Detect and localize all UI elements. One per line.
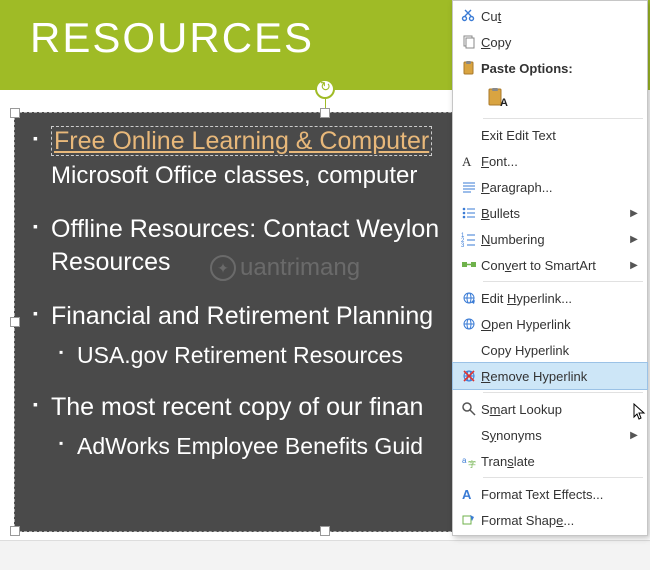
smartart-icon xyxy=(457,255,481,275)
mouse-cursor xyxy=(633,403,647,421)
remove-hyperlink-icon xyxy=(457,366,481,386)
font-icon: A xyxy=(457,151,481,171)
menu-item-exit-edit-text[interactable]: Exit Edit Text xyxy=(453,122,647,148)
status-bar xyxy=(0,540,650,570)
resize-handle[interactable] xyxy=(10,317,20,327)
menu-label: Convert to SmartArt xyxy=(481,258,629,273)
list-item-text: Resources xyxy=(51,248,171,276)
menu-item-cut[interactable]: Cut xyxy=(453,3,647,29)
resize-handle[interactable] xyxy=(10,108,20,118)
menu-item-edit-hyperlink[interactable]: Edit Hyperlink... xyxy=(453,285,647,311)
menu-item-synonyms[interactable]: Synonyms ▶ xyxy=(453,422,647,448)
menu-item-remove-hyperlink[interactable]: Remove Hyperlink xyxy=(453,363,647,389)
menu-label: Paragraph... xyxy=(481,180,639,195)
translate-icon: a字 xyxy=(457,451,481,471)
menu-item-copy[interactable]: Copy xyxy=(453,29,647,55)
svg-text:A: A xyxy=(462,487,472,502)
menu-label: Font... xyxy=(481,154,639,169)
scissors-icon xyxy=(457,6,481,26)
watermark: ✦ uantrimang xyxy=(210,254,360,282)
submenu-arrow-icon: ▶ xyxy=(629,234,639,245)
paste-options-row: A xyxy=(453,81,647,115)
menu-item-copy-hyperlink[interactable]: Copy Hyperlink xyxy=(453,337,647,363)
menu-item-convert-smartart[interactable]: Convert to SmartArt ▶ xyxy=(453,252,647,278)
list-item-text: The most recent copy of our finan xyxy=(51,393,423,421)
menu-label: Synonyms xyxy=(481,428,629,443)
submenu-arrow-icon: ▶ xyxy=(629,430,639,441)
menu-label: Paste Options: xyxy=(481,61,639,76)
menu-label: Format Shape... xyxy=(481,513,639,528)
menu-item-paragraph[interactable]: Paragraph... xyxy=(453,174,647,200)
format-shape-icon xyxy=(457,510,481,530)
menu-item-translate[interactable]: a字 Translate xyxy=(453,448,647,474)
resize-handle[interactable] xyxy=(320,108,330,118)
bulb-icon: ✦ xyxy=(210,255,236,281)
menu-label: Translate xyxy=(481,454,639,469)
svg-text:3: 3 xyxy=(461,243,465,247)
open-hyperlink-icon xyxy=(457,314,481,334)
context-menu: Cut Copy Paste Options: A Exit Edit Text… xyxy=(452,0,648,536)
submenu-arrow-icon: ▶ xyxy=(629,208,639,219)
menu-item-format-shape[interactable]: Format Shape... xyxy=(453,507,647,533)
menu-item-font[interactable]: A Font... xyxy=(453,148,647,174)
list-item-subtext: Microsoft Office classes, computer xyxy=(51,162,417,189)
menu-item-smart-lookup[interactable]: Smart Lookup xyxy=(453,396,647,422)
menu-item-format-text-effects[interactable]: A Format Text Effects... xyxy=(453,481,647,507)
svg-text:a: a xyxy=(462,456,467,465)
menu-label: Cut xyxy=(481,9,639,24)
clipboard-icon xyxy=(457,58,481,78)
rotate-handle[interactable] xyxy=(315,79,335,99)
list-item-text: Financial and Retirement Planning xyxy=(51,302,433,330)
hyperlink-text[interactable]: Free Online Learning & Computer xyxy=(51,126,432,156)
menu-item-bullets[interactable]: Bullets ▶ xyxy=(453,200,647,226)
menu-label: Remove Hyperlink xyxy=(481,369,639,384)
menu-label: Copy xyxy=(481,35,639,50)
menu-separator xyxy=(483,477,643,478)
menu-label: Numbering xyxy=(481,232,629,247)
menu-label: Copy Hyperlink xyxy=(481,343,639,358)
menu-item-numbering[interactable]: 123 Numbering ▶ xyxy=(453,226,647,252)
paste-keep-text-only[interactable]: A xyxy=(483,84,511,112)
menu-item-open-hyperlink[interactable]: Open Hyperlink xyxy=(453,311,647,337)
menu-separator xyxy=(483,392,643,393)
resize-handle[interactable] xyxy=(320,526,330,536)
menu-label: Smart Lookup xyxy=(481,402,639,417)
copy-icon xyxy=(457,32,481,52)
menu-label: Edit Hyperlink... xyxy=(481,291,639,306)
submenu-arrow-icon: ▶ xyxy=(629,260,639,271)
list-item-text: Offline Resources: Contact Weylon xyxy=(51,215,439,243)
search-icon xyxy=(457,399,481,419)
svg-text:字: 字 xyxy=(468,459,476,469)
bullets-icon xyxy=(457,203,481,223)
hyperlink-icon xyxy=(457,288,481,308)
svg-text:A: A xyxy=(462,154,472,169)
menu-label: Bullets xyxy=(481,206,629,221)
menu-label: Open Hyperlink xyxy=(481,317,639,332)
menu-separator xyxy=(483,118,643,119)
menu-separator xyxy=(483,281,643,282)
text-effects-icon: A xyxy=(457,484,481,504)
menu-label: Format Text Effects... xyxy=(481,487,639,502)
numbering-icon: 123 xyxy=(457,229,481,249)
menu-label: Exit Edit Text xyxy=(481,128,639,143)
paragraph-icon xyxy=(457,177,481,197)
resize-handle[interactable] xyxy=(10,526,20,536)
menu-heading-paste-options: Paste Options: xyxy=(453,55,647,81)
svg-text:A: A xyxy=(500,97,508,109)
